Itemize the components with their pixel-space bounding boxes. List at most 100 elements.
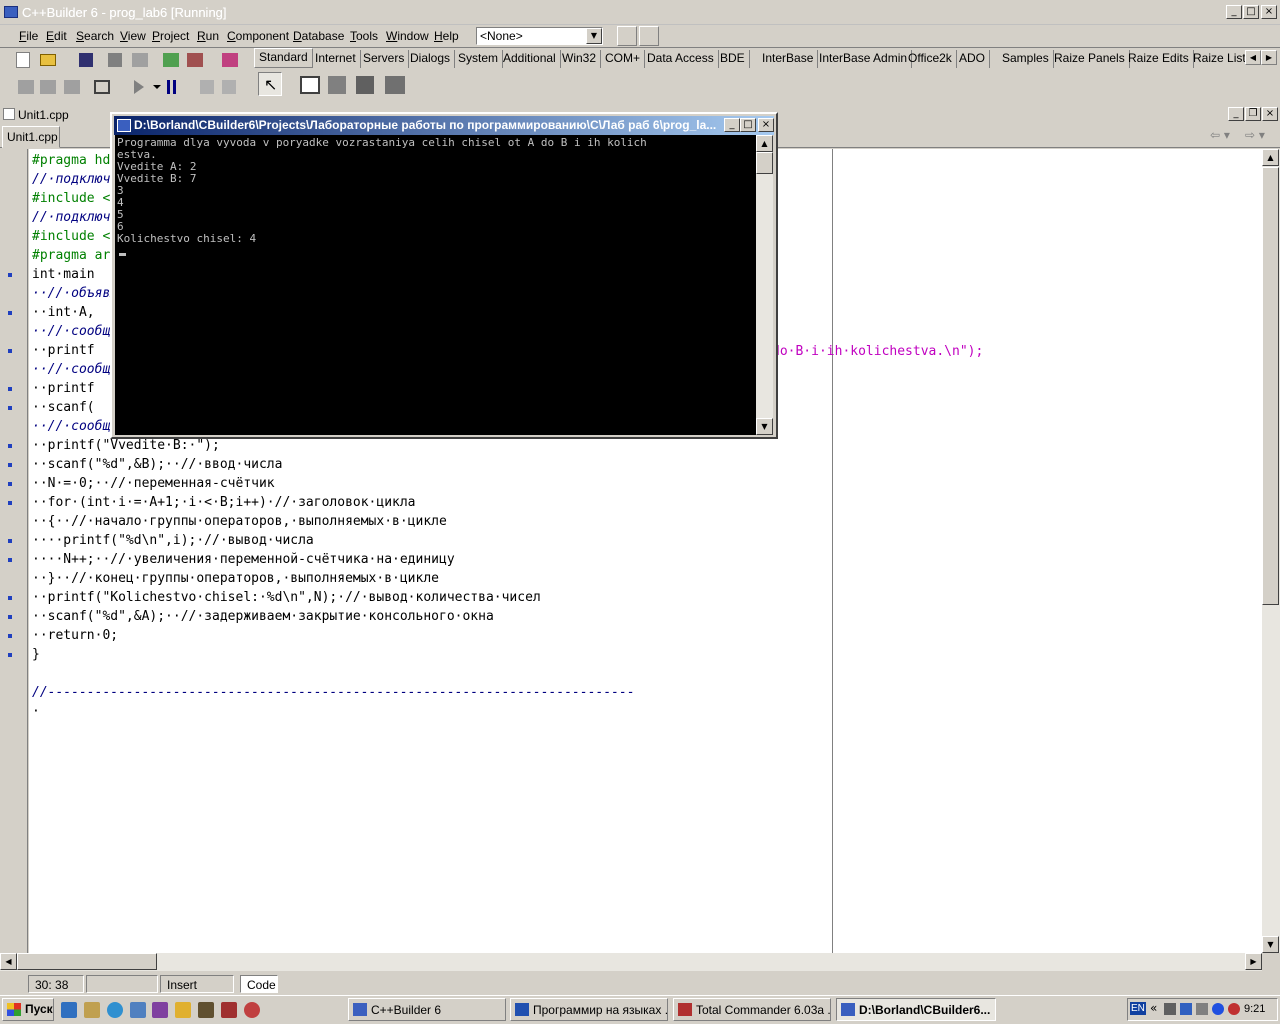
menu-view[interactable]: View xyxy=(120,29,146,43)
menu-database[interactable]: Database xyxy=(293,29,344,43)
breakpoint-marker-icon[interactable] xyxy=(8,311,12,315)
menu-run[interactable]: Run xyxy=(197,29,219,43)
add-to-project-icon[interactable] xyxy=(163,53,179,67)
language-indicator[interactable]: EN xyxy=(1130,1002,1146,1015)
open-folder-icon[interactable] xyxy=(40,54,56,66)
clock[interactable]: 9:21 xyxy=(1244,1003,1265,1015)
antivirus-icon[interactable] xyxy=(1228,1003,1240,1015)
breakpoint-marker-icon[interactable] xyxy=(8,558,12,562)
minimize-button[interactable]: _ xyxy=(1226,5,1242,19)
breakpoint-marker-icon[interactable] xyxy=(8,463,12,467)
breakpoint-marker-icon[interactable] xyxy=(8,349,12,353)
scroll-up-icon[interactable]: ▲ xyxy=(1262,149,1279,166)
main-menu-component-icon[interactable] xyxy=(328,76,346,94)
app-icon-2[interactable] xyxy=(175,1002,191,1018)
console-window[interactable]: D:\Borland\CBuilder6\Projects\Лабораторн… xyxy=(110,112,778,439)
pause-icon[interactable] xyxy=(167,80,170,94)
editor-horizontal-scrollbar[interactable]: ◀ ▶ xyxy=(0,953,1262,971)
tray-expand-icon[interactable]: « xyxy=(1150,1001,1157,1015)
volume-icon[interactable] xyxy=(1196,1003,1208,1015)
toggle-form-unit-icon[interactable] xyxy=(64,80,80,94)
step-over-icon[interactable] xyxy=(222,80,236,94)
console-minimize-button[interactable]: _ xyxy=(724,118,740,132)
forward-arrow-icon[interactable]: ⇨ ▾ xyxy=(1245,128,1265,142)
breakpoint-marker-icon[interactable] xyxy=(8,634,12,638)
palette-tab-additional[interactable]: Additional xyxy=(499,50,561,68)
menu-search[interactable]: Search xyxy=(76,29,114,43)
app-icon-1[interactable] xyxy=(152,1002,168,1018)
editor-minimize-button[interactable]: _ xyxy=(1228,107,1244,121)
menu-project[interactable]: Project xyxy=(152,29,189,43)
task-total-commander[interactable]: Total Commander 6.03a ... xyxy=(673,998,831,1021)
breakpoint-marker-icon[interactable] xyxy=(8,406,12,410)
next-window-button[interactable] xyxy=(639,26,659,46)
scroll-down-icon[interactable]: ▼ xyxy=(1262,936,1279,953)
palette-tab-bde[interactable]: BDE xyxy=(716,50,750,68)
ie-icon[interactable] xyxy=(107,1002,123,1018)
console-output[interactable]: Programma dlya vyvoda v poryadke vozrast… xyxy=(115,135,756,435)
outlook-icon[interactable] xyxy=(130,1002,146,1018)
palette-tab-data-access[interactable]: Data Access xyxy=(643,50,719,68)
console-maximize-button[interactable]: □ xyxy=(740,118,756,132)
menu-edit[interactable]: Edit xyxy=(46,29,67,43)
scroll-thumb[interactable] xyxy=(1262,167,1279,605)
breakpoint-marker-icon[interactable] xyxy=(8,653,12,657)
breakpoint-marker-icon[interactable] xyxy=(8,273,12,277)
task-cbuilder[interactable]: C++Builder 6 xyxy=(348,998,506,1021)
view-form-icon[interactable] xyxy=(40,80,56,94)
task-console[interactable]: D:\Borland\CBuilder6... xyxy=(836,998,996,1021)
palette-tab-win32[interactable]: Win32 xyxy=(558,50,602,68)
menu-window[interactable]: Window xyxy=(386,29,429,43)
menu-help[interactable]: Help xyxy=(434,29,459,43)
editor-vertical-scrollbar[interactable]: ▲ ▼ xyxy=(1262,149,1280,953)
console-close-button[interactable]: × xyxy=(758,118,774,132)
palette-tab-servers[interactable]: Servers xyxy=(359,50,410,68)
trace-into-icon[interactable] xyxy=(200,80,214,94)
scroll-down-icon[interactable]: ▼ xyxy=(756,418,773,435)
editor-gutter[interactable] xyxy=(0,149,28,953)
palette-tab-dialogs[interactable]: Dialogs xyxy=(406,50,456,68)
back-arrow-icon[interactable]: ⇦ ▾ xyxy=(1210,128,1230,142)
palette-tab-ado[interactable]: ADO xyxy=(955,50,991,68)
console-scrollbar[interactable]: ▲ ▼ xyxy=(756,135,773,435)
scroll-left-icon[interactable]: ◀ xyxy=(0,953,17,970)
tab-code[interactable]: Code xyxy=(240,975,278,993)
palette-tab-raize-lists[interactable]: Raize Lists xyxy=(1189,50,1245,68)
palette-scroll-left-icon[interactable]: ◀ xyxy=(1245,50,1261,65)
hscroll-thumb[interactable] xyxy=(17,953,157,970)
bluetooth-icon[interactable] xyxy=(1212,1003,1224,1015)
desktop-icon[interactable] xyxy=(61,1002,77,1018)
palette-tab-com[interactable]: COM+ xyxy=(601,50,646,68)
palette-tab-raize-edits[interactable]: Raize Edits xyxy=(1124,50,1194,68)
view-unit-icon[interactable] xyxy=(18,80,34,94)
palette-tab-system[interactable]: System xyxy=(454,50,504,68)
palette-tab-interbase[interactable]: InterBase xyxy=(758,50,819,68)
network-icon[interactable] xyxy=(1180,1003,1192,1015)
pointer-tool[interactable]: ↖ xyxy=(258,72,282,96)
window-list-button[interactable] xyxy=(617,26,637,46)
breakpoint-marker-icon[interactable] xyxy=(8,596,12,600)
breakpoint-marker-icon[interactable] xyxy=(8,387,12,391)
console-scroll-thumb[interactable] xyxy=(756,152,773,174)
palette-tab-samples[interactable]: Samples xyxy=(998,50,1054,68)
breakpoint-marker-icon[interactable] xyxy=(8,444,12,448)
save-icon[interactable] xyxy=(79,53,93,67)
config-combo[interactable]: <None> ▼ xyxy=(476,27,603,45)
scroll-right-icon[interactable]: ▶ xyxy=(1245,953,1262,970)
help-contents-icon[interactable] xyxy=(222,53,238,67)
palette-tab-internet[interactable]: Internet xyxy=(311,50,361,68)
maximize-button[interactable]: □ xyxy=(1243,5,1259,19)
new-file-icon[interactable] xyxy=(16,52,30,68)
palette-tab-office2k[interactable]: Office2k xyxy=(904,50,957,68)
menu-tools[interactable]: Tools xyxy=(350,29,378,43)
breakpoint-marker-icon[interactable] xyxy=(8,482,12,486)
menu-file[interactable]: File xyxy=(19,29,38,43)
palette-tab-standard[interactable]: Standard xyxy=(254,48,313,68)
close-button[interactable]: × xyxy=(1261,5,1277,19)
editor-restore-button[interactable]: ❐ xyxy=(1245,107,1261,121)
label-component-icon[interactable] xyxy=(385,76,405,94)
new-form-icon[interactable] xyxy=(94,80,110,94)
start-button[interactable]: Пуск xyxy=(2,998,54,1021)
editor-close-button[interactable]: × xyxy=(1262,107,1278,121)
app-icon-4[interactable] xyxy=(221,1002,237,1018)
